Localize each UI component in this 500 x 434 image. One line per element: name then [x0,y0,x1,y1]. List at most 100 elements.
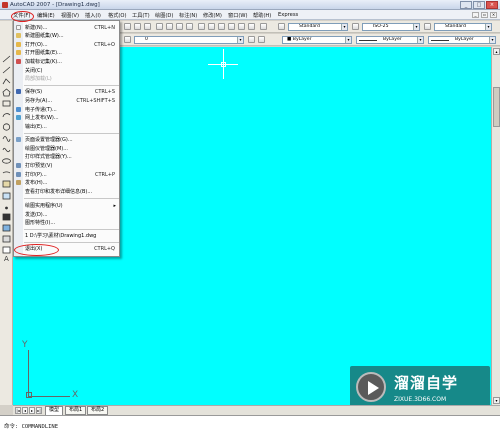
menu-item-load-markup[interactable]: 加载标记集(K)... [14,58,119,66]
zoom-window-icon[interactable] [176,23,183,30]
layer-previous-icon[interactable] [258,36,265,43]
menu-item-send[interactable]: 发送(D)... [14,211,119,219]
save-disk-icon [16,89,21,94]
scroll-down-icon[interactable]: ▾ [493,397,500,404]
menu-separator [24,242,119,243]
menu-item-plotter-manager[interactable]: 绘图仪管理器(M)... [14,145,119,153]
properties-icon[interactable] [198,23,205,30]
watermark-url: ZIXUE.3D66.COM [394,396,447,403]
sheet-set-icon[interactable] [228,23,235,30]
redo-icon[interactable] [144,23,151,30]
exit-highlight-ellipse [14,244,59,256]
menu-item-etransmit[interactable]: 电子传递(T)... [14,106,119,114]
table-style-dropdown[interactable]: Standard ▾ [434,23,492,31]
publish-web-icon [16,115,21,120]
menu-item-new[interactable]: 新建(N)... CTRL+N [14,24,119,32]
menu-item-recent-file[interactable]: 1 D:\学习\素材\Drawing1.dwg [14,232,119,240]
ucs-origin-box [26,392,32,398]
scroll-thumb[interactable] [493,87,500,127]
pan-icon[interactable] [156,23,163,30]
menu-edit[interactable]: 编辑(E) [37,12,55,19]
match-properties-icon[interactable] [124,23,131,30]
window-controls: _ □ × [460,1,498,9]
menu-tools[interactable]: 工具(T) [132,12,150,19]
menu-item-close[interactable]: 关闭(C) [14,67,119,75]
menu-draw[interactable]: 绘图(D) [155,12,173,19]
tab-layout1[interactable]: 布局1 [65,406,87,415]
tool-palettes-icon[interactable] [218,23,225,30]
menu-dimension[interactable]: 标注(N) [179,12,197,19]
publish-icon [16,180,21,185]
play-logo-icon [356,372,386,402]
markup-icon[interactable] [238,23,245,30]
scroll-up-icon[interactable]: ▴ [493,48,500,55]
draw-toolbar: A [0,21,13,405]
menu-item-publish[interactable]: 发布(H)... [14,179,119,187]
menu-item-page-setup[interactable]: 页面设置管理器(G)... [14,136,119,144]
autocad-app-icon[interactable] [2,2,8,8]
window-title: AutoCAD 2007 - [Drawing1.dwg] [10,2,100,8]
previous-tab-icon[interactable]: ◂ [22,407,28,414]
linetype-sample [359,40,377,41]
menu-format[interactable]: 格式(O) [108,12,127,19]
ellipse-icon [2,158,11,164]
menu-item-plot-details[interactable]: 查看打印和发布详细信息(B)... [14,188,119,196]
gradient-icon [2,224,11,232]
sheet-set-icon [16,33,21,38]
line-icon [2,55,11,63]
menu-item-drawing-utilities[interactable]: 绘图实用程序(U) ▸ [14,202,119,210]
menu-item-new-sheet-set[interactable]: 新建图纸集(W)... [14,32,119,40]
menu-express[interactable]: Express [278,12,298,18]
text-style-dropdown[interactable]: Standard ▾ [288,23,348,31]
dim-style-dropdown[interactable]: ISO-25 ▾ [362,23,420,31]
menu-item-plot[interactable]: 打印(P)... CTRL+P [14,171,119,179]
lineweight-dropdown[interactable]: ByLayer ▾ [428,36,496,44]
close-button[interactable]: × [486,1,498,9]
linetype-dropdown[interactable]: ByLayer ▾ [356,36,424,44]
maximize-button[interactable]: □ [473,1,485,9]
calculator-icon[interactable] [248,23,255,30]
layer-properties-icon[interactable] [124,36,131,43]
next-tab-icon[interactable]: ▸ [29,407,35,414]
menu-item-drawing-properties[interactable]: 图形特性(I)... [14,219,119,227]
minimize-button[interactable]: _ [460,1,472,9]
designcenter-icon[interactable] [208,23,215,30]
help-icon[interactable] [260,23,267,30]
last-tab-icon[interactable]: ▸| [36,407,42,414]
menu-window[interactable]: 窗口(W) [228,12,248,19]
menu-item-open-sheet-set[interactable]: 打开图纸集(E)... [14,49,119,57]
menu-item-plot-style-manager[interactable]: 打印样式管理器(Y)... [14,153,119,161]
undo-icon[interactable] [134,23,141,30]
menu-separator [24,198,119,199]
layer-dropdown[interactable]: 0 ▾ [134,36,244,44]
vertical-scrollbar[interactable]: ▴ ▾ [491,47,500,405]
table-icon [2,246,11,254]
region-icon [2,235,11,243]
tab-model[interactable]: 模型 [45,406,64,415]
menu-item-save-as[interactable]: 另存为(A)... CTRL+SHIFT+S [14,97,119,105]
zoom-previous-icon[interactable] [186,23,193,30]
menu-item-publish-web[interactable]: 网上发布(W)... [14,114,119,122]
doc-minimize-button[interactable]: _ [472,12,479,18]
point-icon [5,206,8,210]
multiline-text-icon: A [4,255,9,263]
menu-help[interactable]: 帮助(H) [253,12,271,19]
menu-insert[interactable]: 插入(I) [85,12,101,19]
doc-restore-button[interactable]: ▫ [481,12,488,18]
menu-view[interactable]: 视图(V) [61,12,79,19]
menu-item-export[interactable]: 输出(E)... [14,123,119,131]
menu-modify[interactable]: 修改(M) [203,12,222,19]
doc-close-button[interactable]: × [490,12,497,18]
command-line[interactable]: 命令: COMMANDLINE [0,415,500,434]
first-tab-icon[interactable]: |◂ [15,407,21,414]
pickbox-cursor [221,62,226,67]
tab-layout2[interactable]: 布局2 [87,406,109,415]
file-menu-highlight-ellipse [11,11,34,22]
menu-item-plot-preview[interactable]: 打印预览(V) [14,162,119,170]
zoom-realtime-icon[interactable] [166,23,173,30]
color-dropdown[interactable]: ■ ByLayer ▾ [282,36,352,44]
table-style-icon [424,23,431,30]
menu-item-open[interactable]: 打开(O)... CTRL+O [14,41,119,49]
make-layer-current-icon[interactable] [248,36,255,43]
menu-item-save[interactable]: 保存(S) CTRL+S [14,88,119,96]
